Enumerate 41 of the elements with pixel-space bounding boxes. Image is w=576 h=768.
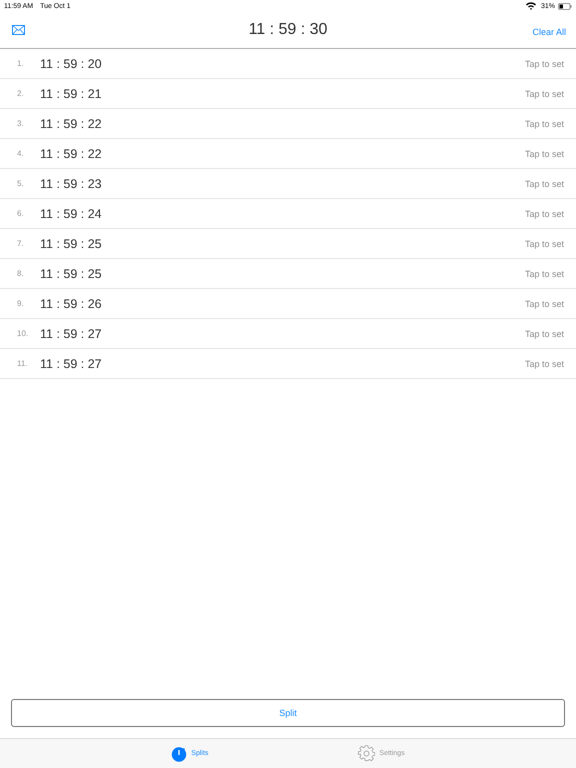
battery-icon — [558, 2, 572, 10]
clear-all-button[interactable]: Clear All — [532, 27, 566, 37]
tap-to-set-button[interactable]: Tap to set — [524, 268, 564, 278]
split-time: 11 : 59 : 27 — [40, 326, 102, 340]
split-number: 11. — [17, 359, 29, 368]
split-number: 5. — [17, 179, 25, 188]
split-number: 10. — [17, 329, 30, 338]
split-time: 11 : 59 : 25 — [40, 266, 102, 280]
split-time: 11 : 59 : 26 — [40, 296, 102, 310]
split-time: 11 : 59 : 22 — [40, 116, 102, 130]
elapsed-time: 11 : 59 : 30 — [248, 21, 328, 39]
tap-to-set-button[interactable]: Tap to set — [524, 148, 564, 158]
split-time: 11 : 59 : 23 — [40, 176, 102, 190]
tap-to-set-button[interactable]: Tap to set — [524, 298, 564, 308]
split-time: 11 : 59 : 25 — [40, 236, 102, 250]
split-number: 8. — [17, 269, 25, 278]
tap-to-set-button[interactable]: Tap to set — [524, 208, 564, 218]
split-number: 1. — [17, 59, 25, 68]
split-time: 11 : 59 : 24 — [40, 206, 102, 220]
wifi-icon — [526, 2, 536, 10]
split-number: 9. — [17, 299, 25, 308]
split-time: 11 : 59 : 21 — [40, 86, 102, 100]
tap-to-set-button[interactable]: Tap to set — [524, 238, 564, 248]
tap-to-set-button[interactable]: Tap to set — [524, 358, 564, 368]
settings-icon — [358, 745, 376, 762]
tap-to-set-button[interactable]: Tap to set — [524, 118, 564, 128]
split-number: 6. — [17, 209, 25, 218]
split-button[interactable]: Split — [11, 699, 565, 727]
mail-icon[interactable] — [12, 25, 25, 35]
split-time: 11 : 59 : 20 — [40, 56, 102, 70]
split-time: 11 : 59 : 27 — [40, 356, 102, 370]
tap-to-set-button[interactable]: Tap to set — [524, 88, 564, 98]
split-time: 11 : 59 : 22 — [40, 146, 102, 160]
split-number: 2. — [17, 89, 25, 98]
tap-to-set-button[interactable]: Tap to set — [524, 58, 564, 68]
split-number: 3. — [17, 119, 25, 128]
tap-to-set-button[interactable]: Tap to set — [524, 328, 564, 338]
stopwatch-icon — [171, 746, 188, 762]
tap-to-set-button[interactable]: Tap to set — [524, 178, 564, 188]
split-number: 4. — [17, 149, 25, 158]
split-number: 7. — [17, 239, 25, 248]
